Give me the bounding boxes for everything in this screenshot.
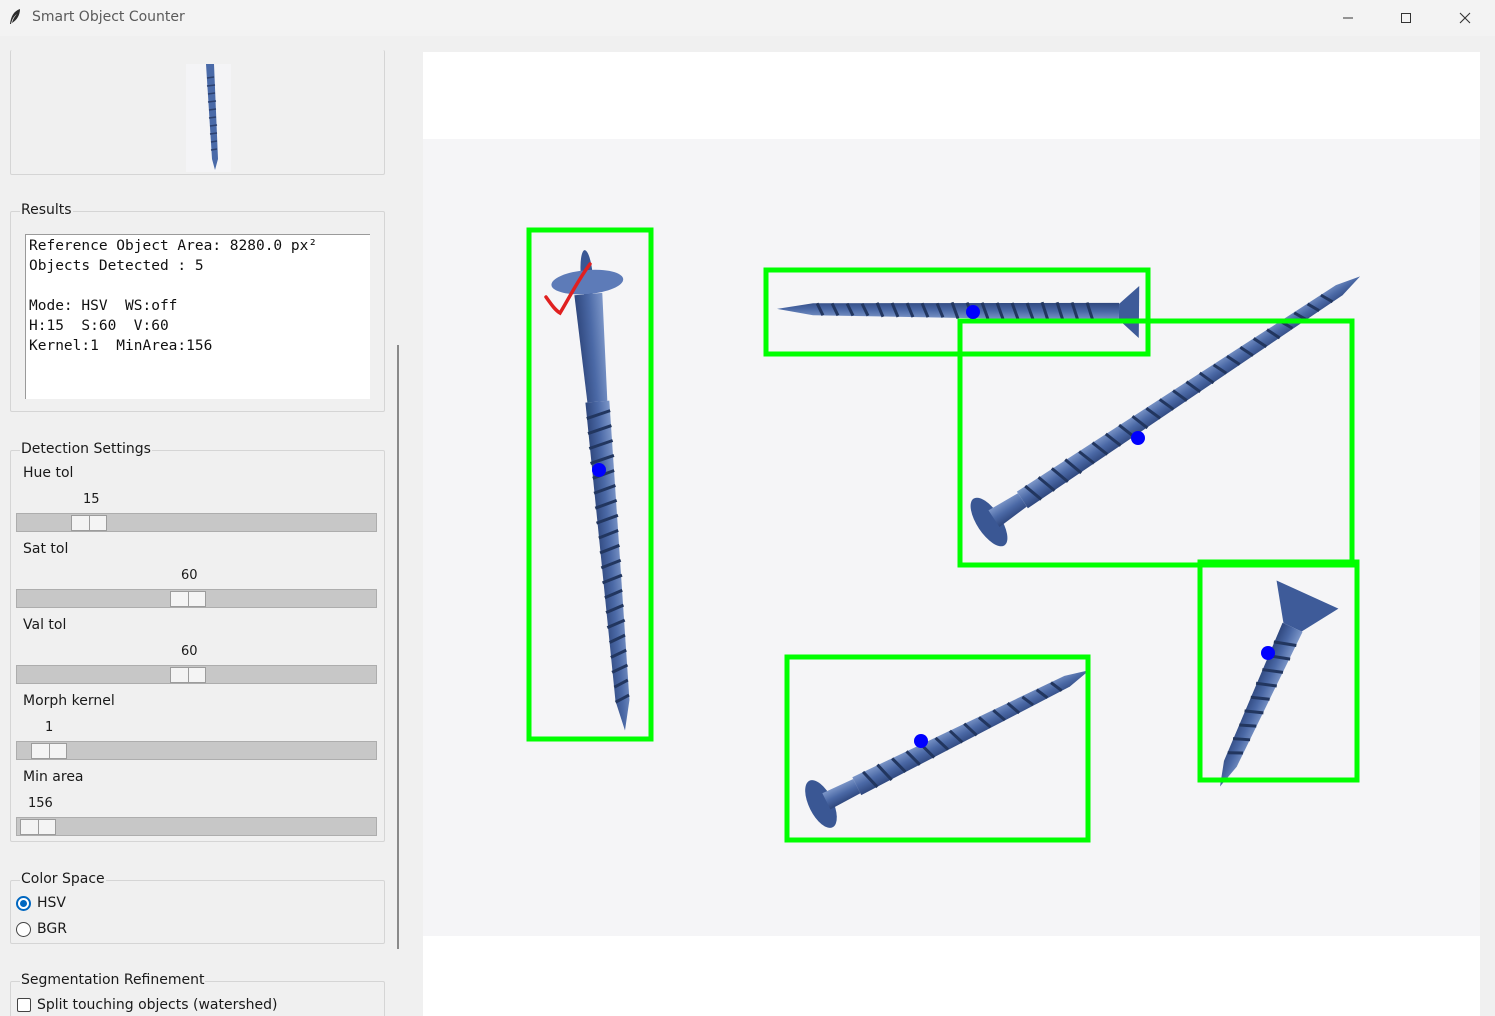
- sat-tol-label: Sat tol: [23, 541, 69, 557]
- hue-tol-slider[interactable]: [16, 513, 377, 532]
- reference-thumbnail: [186, 64, 231, 172]
- centroid-marker: [966, 305, 980, 319]
- feather-icon: [10, 9, 20, 24]
- centroid-marker: [914, 734, 928, 748]
- val-tol-slider-thumb[interactable]: [170, 667, 206, 683]
- sat-tol-slider-thumb[interactable]: [170, 591, 206, 607]
- morph-kernel-slider-thumb[interactable]: [31, 743, 67, 759]
- results-line: Kernel:1 MinArea:156: [29, 338, 213, 354]
- min-area-slider-thumb[interactable]: [20, 819, 56, 835]
- watershed-checkbox-label[interactable]: Split touching objects (watershed): [37, 997, 277, 1013]
- bgr-radio-label[interactable]: BGR: [37, 921, 67, 937]
- results-line: [29, 276, 367, 296]
- color-space-label: Color Space: [20, 871, 106, 887]
- centroid-marker: [592, 463, 606, 477]
- screw-object: [805, 670, 1090, 828]
- hsv-radio[interactable]: [16, 896, 31, 911]
- min-area-slider[interactable]: [16, 817, 377, 836]
- detection-settings-label: Detection Settings: [20, 441, 152, 457]
- results-line: Reference Object Area: 8280.0 px²: [29, 238, 318, 254]
- bgr-radio[interactable]: [16, 922, 31, 937]
- sat-tol-slider[interactable]: [16, 589, 377, 608]
- screw-object: [551, 250, 630, 731]
- screw-object: [970, 276, 1361, 547]
- centroid-marker: [1131, 431, 1145, 445]
- results-line: H:15 S:60 V:60: [29, 318, 169, 334]
- control-panel: Reference Object Area: 8280.0 px² Objects…: [0, 36, 400, 1016]
- val-tol-slider[interactable]: [16, 665, 377, 684]
- min-area-value: 156: [28, 796, 53, 811]
- reference-preview-group: [10, 50, 385, 175]
- centroid-marker: [1261, 646, 1275, 660]
- close-button[interactable]: [1437, 0, 1493, 36]
- min-area-label: Min area: [23, 769, 84, 785]
- morph-kernel-value: 1: [45, 720, 54, 735]
- screw-object: [1219, 580, 1339, 787]
- detection-box: [957, 318, 1355, 568]
- results-line: Mode: HSV WS:off: [29, 298, 178, 314]
- minimize-button[interactable]: [1320, 0, 1376, 36]
- results-label: Results: [20, 202, 73, 218]
- close-icon: [1459, 12, 1471, 24]
- image-canvas[interactable]: [423, 52, 1480, 1016]
- results-group: Reference Object Area: 8280.0 px² Objects…: [10, 211, 385, 412]
- morph-kernel-label: Morph kernel: [23, 693, 115, 709]
- detection-overlay: [526, 227, 1361, 843]
- minimize-icon: [1343, 17, 1353, 19]
- maximize-button[interactable]: [1378, 0, 1434, 36]
- hsv-radio-label[interactable]: HSV: [37, 895, 66, 911]
- segmentation-label: Segmentation Refinement: [20, 972, 206, 988]
- results-line: Objects Detected : 5: [29, 258, 204, 274]
- hue-tol-slider-thumb[interactable]: [71, 515, 107, 531]
- maximize-icon: [1401, 13, 1411, 23]
- hue-tol-label: Hue tol: [23, 465, 74, 481]
- morph-kernel-slider[interactable]: [16, 741, 377, 760]
- watershed-checkbox[interactable]: [17, 998, 31, 1012]
- title-bar: Smart Object Counter: [0, 0, 1495, 36]
- sat-tol-value: 60: [181, 568, 198, 583]
- val-tol-value: 60: [181, 644, 198, 659]
- results-textbox[interactable]: Reference Object Area: 8280.0 px² Objects…: [25, 234, 370, 399]
- val-tol-label: Val tol: [23, 617, 67, 633]
- left-panel-scrollbar[interactable]: [397, 345, 399, 949]
- hue-tol-value: 15: [83, 492, 100, 507]
- window-title: Smart Object Counter: [32, 9, 185, 25]
